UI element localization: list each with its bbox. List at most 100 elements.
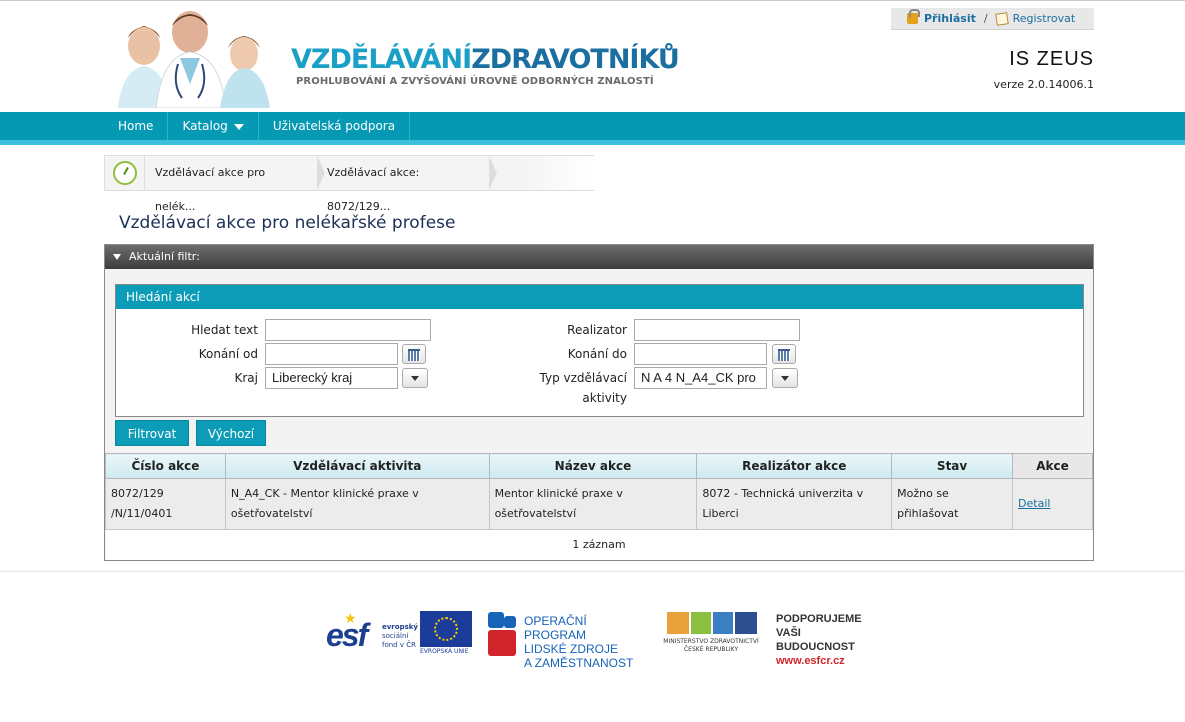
- nav-item-label: Home: [118, 119, 154, 133]
- nav-item-label: Uživatelská podpora: [272, 119, 396, 133]
- lock-icon: [907, 9, 920, 24]
- eu-flag-icon: [420, 611, 472, 647]
- support-slogan: PODPORUJEME VAŠI BUDOUCNOST www.esfcr.cz: [776, 612, 882, 668]
- mzd-caption: MINISTERSTVO ZDRAVOTNICTVÍ ČESKÉ REPUBLI…: [659, 638, 763, 654]
- nav-underline: [0, 140, 1185, 145]
- label-typ-aktivity: Typ vzdělávací aktivity: [516, 371, 627, 411]
- register-link[interactable]: Registrovat: [1013, 12, 1076, 25]
- oplz-line: A ZAMĚSTNANOST: [524, 656, 634, 670]
- column-header[interactable]: Název akce: [488, 453, 698, 479]
- region-select[interactable]: Liberecký kraj: [265, 367, 398, 389]
- cell-cislo: 8072/129 /N/11/0401: [105, 478, 226, 530]
- cell-stav: Možno se přihlašovat: [891, 478, 1014, 530]
- footer-logos: ★ esf evropský sociální fond v ČR EVROPS…: [326, 608, 882, 670]
- cell-realizator: 8072 - Technická univerzita v Liberci: [696, 478, 893, 530]
- cell-text: Liberci: [702, 507, 739, 520]
- breadcrumb-label: Vzdělávací akce pro nelék...: [155, 166, 266, 213]
- login-box: Přihlásit / Registrovat: [891, 8, 1094, 30]
- realizator-input[interactable]: [634, 319, 800, 341]
- page-title: Vzdělávací akce pro nelékařské profese: [119, 213, 456, 233]
- site-logo-subtitle: PROHLUBOVÁNÍ A ZVYŠOVÁNÍ ÚROVNĚ ODBORNÝC…: [296, 76, 654, 87]
- search-box: Hledání akcí Hledat text Konání od Kraj …: [115, 284, 1084, 417]
- table-header-row: Číslo akce Vzdělávací aktivita Název akc…: [105, 453, 1093, 479]
- cell-nazev: Mentor klinické praxe v ošetřovatelství: [488, 478, 698, 530]
- label-typ-line1: Typ vzdělávací: [539, 371, 627, 385]
- column-header[interactable]: Číslo akce: [105, 453, 226, 479]
- breadcrumb-home[interactable]: [105, 156, 145, 190]
- column-header: Akce: [1012, 453, 1093, 479]
- search-text-input[interactable]: [265, 319, 431, 341]
- esf-caption-line: fond v ČR: [382, 641, 416, 649]
- nav-item-support[interactable]: Uživatelská podpora: [259, 112, 411, 140]
- chevron-down-icon: [233, 123, 244, 130]
- column-header[interactable]: Vzdělávací aktivita: [224, 453, 490, 479]
- label-hledat-text: Hledat text: [191, 323, 258, 337]
- breadcrumb-item[interactable]: Vzdělávací akce pro nelék...: [145, 156, 325, 213]
- logo-title-part-a: VZDĚLÁVÁNÍ: [291, 44, 472, 75]
- cell-text: ošetřovatelství: [230, 507, 313, 520]
- cell-aktivita: N_A4_CK - Mentor klinické praxe v ošetřo…: [224, 478, 490, 530]
- oplz-line: OPERAČNÍ PROGRAM: [524, 614, 587, 642]
- register-icon: [994, 11, 1009, 26]
- support-url: www.esfcr.cz: [776, 655, 845, 667]
- default-button[interactable]: Výchozí: [196, 420, 266, 446]
- calendar-icon[interactable]: [402, 344, 426, 364]
- mzd-caption-line: MINISTERSTVO ZDRAVOTNICTVÍ: [663, 638, 759, 645]
- site-logo-title: VZDĚLÁVÁNÍZDRAVOTNÍKŮ: [291, 44, 680, 75]
- app-name: IS ZEUS: [1009, 48, 1094, 70]
- activity-type-select[interactable]: N A 4 N_A4_CK pro: [634, 367, 767, 389]
- esf-caption-line: sociální: [382, 632, 409, 640]
- table-row: 8072/129 /N/11/0401 N_A4_CK - Mentor kli…: [105, 478, 1093, 530]
- login-separator: /: [983, 12, 988, 25]
- doctors-photo: [104, 8, 276, 108]
- results-table: Číslo akce Vzdělávací aktivita Název akc…: [105, 453, 1093, 560]
- support-line: VAŠI BUDOUCNOST: [776, 627, 855, 653]
- mzd-block-orange: [667, 612, 689, 634]
- breadcrumb: Vzdělávací akce pro nelék... Vzdělávací …: [104, 155, 594, 213]
- filter-button[interactable]: Filtrovat: [115, 420, 189, 446]
- cell-text: ošetřovatelství: [494, 507, 577, 520]
- cell-text: N_A4_CK - Mentor klinické praxe v: [230, 487, 419, 500]
- breadcrumb-item[interactable]: Vzdělávací akce: 8072/129...: [317, 156, 497, 213]
- label-kraj: Kraj: [234, 371, 259, 385]
- filter-panel-title: Aktuální filtr:: [129, 250, 200, 263]
- calendar-icon[interactable]: [772, 344, 796, 364]
- detail-link[interactable]: Detail: [1018, 497, 1050, 510]
- table-footer-row: 1 záznam: [105, 529, 1093, 560]
- mzd-block-green: [691, 612, 711, 634]
- mzd-logo: MINISTERSTVO ZDRAVOTNICTVÍ ČESKÉ REPUBLI…: [659, 610, 763, 658]
- support-line: PODPORUJEME: [776, 613, 862, 625]
- date-from-input[interactable]: [265, 343, 398, 365]
- login-link[interactable]: Přihlásit: [924, 12, 976, 25]
- cell-akce: Detail: [1012, 478, 1093, 530]
- cell-text: /N/11/0401: [111, 507, 173, 520]
- footer-divider: [0, 571, 1185, 572]
- oplz-logo: OPERAČNÍ PROGRAM LIDSKÉ ZDROJE A ZAMĚSTN…: [488, 610, 648, 670]
- mzd-caption-line: ČESKÉ REPUBLIKY: [683, 646, 738, 653]
- oplz-line: LIDSKÉ ZDROJE: [524, 642, 619, 656]
- label-realizator: Realizator: [567, 323, 627, 337]
- cell-text: 8072 - Technická univerzita v: [702, 487, 864, 500]
- label-konani-od: Konání od: [198, 347, 258, 361]
- record-count: 1 záznam: [105, 529, 1093, 560]
- breadcrumb-label: Vzdělávací akce: 8072/129...: [327, 166, 420, 213]
- logo-title-part-b: ZDRAVOTNÍKŮ: [471, 44, 680, 75]
- chevron-down-icon[interactable]: [772, 368, 798, 388]
- date-to-input[interactable]: [634, 343, 767, 365]
- nav-item-home[interactable]: Home: [104, 112, 169, 140]
- chevron-down-icon[interactable]: [402, 368, 428, 388]
- app-version: verze 2.0.14006.1: [993, 78, 1094, 91]
- cell-text: Možno se: [897, 487, 949, 500]
- clock-icon: [112, 161, 137, 185]
- column-header[interactable]: Stav: [891, 453, 1014, 479]
- esf-logo: ★ esf evropský sociální fond v ČR: [326, 611, 418, 657]
- column-header[interactable]: Realizátor akce: [696, 453, 893, 479]
- label-konani-do: Konání do: [567, 347, 627, 361]
- search-box-header: Hledání akcí: [116, 285, 1083, 309]
- filter-panel-header[interactable]: Aktuální filtr:: [105, 245, 1093, 269]
- esf-logo-caption: evropský sociální fond v ČR: [382, 623, 418, 650]
- main-nav: Home Katalog Uživatelská podpora: [0, 112, 1185, 140]
- nav-item-katalog[interactable]: Katalog: [168, 112, 259, 140]
- cell-text: Mentor klinické praxe v: [494, 487, 623, 500]
- cell-text: 8072/129: [111, 487, 164, 500]
